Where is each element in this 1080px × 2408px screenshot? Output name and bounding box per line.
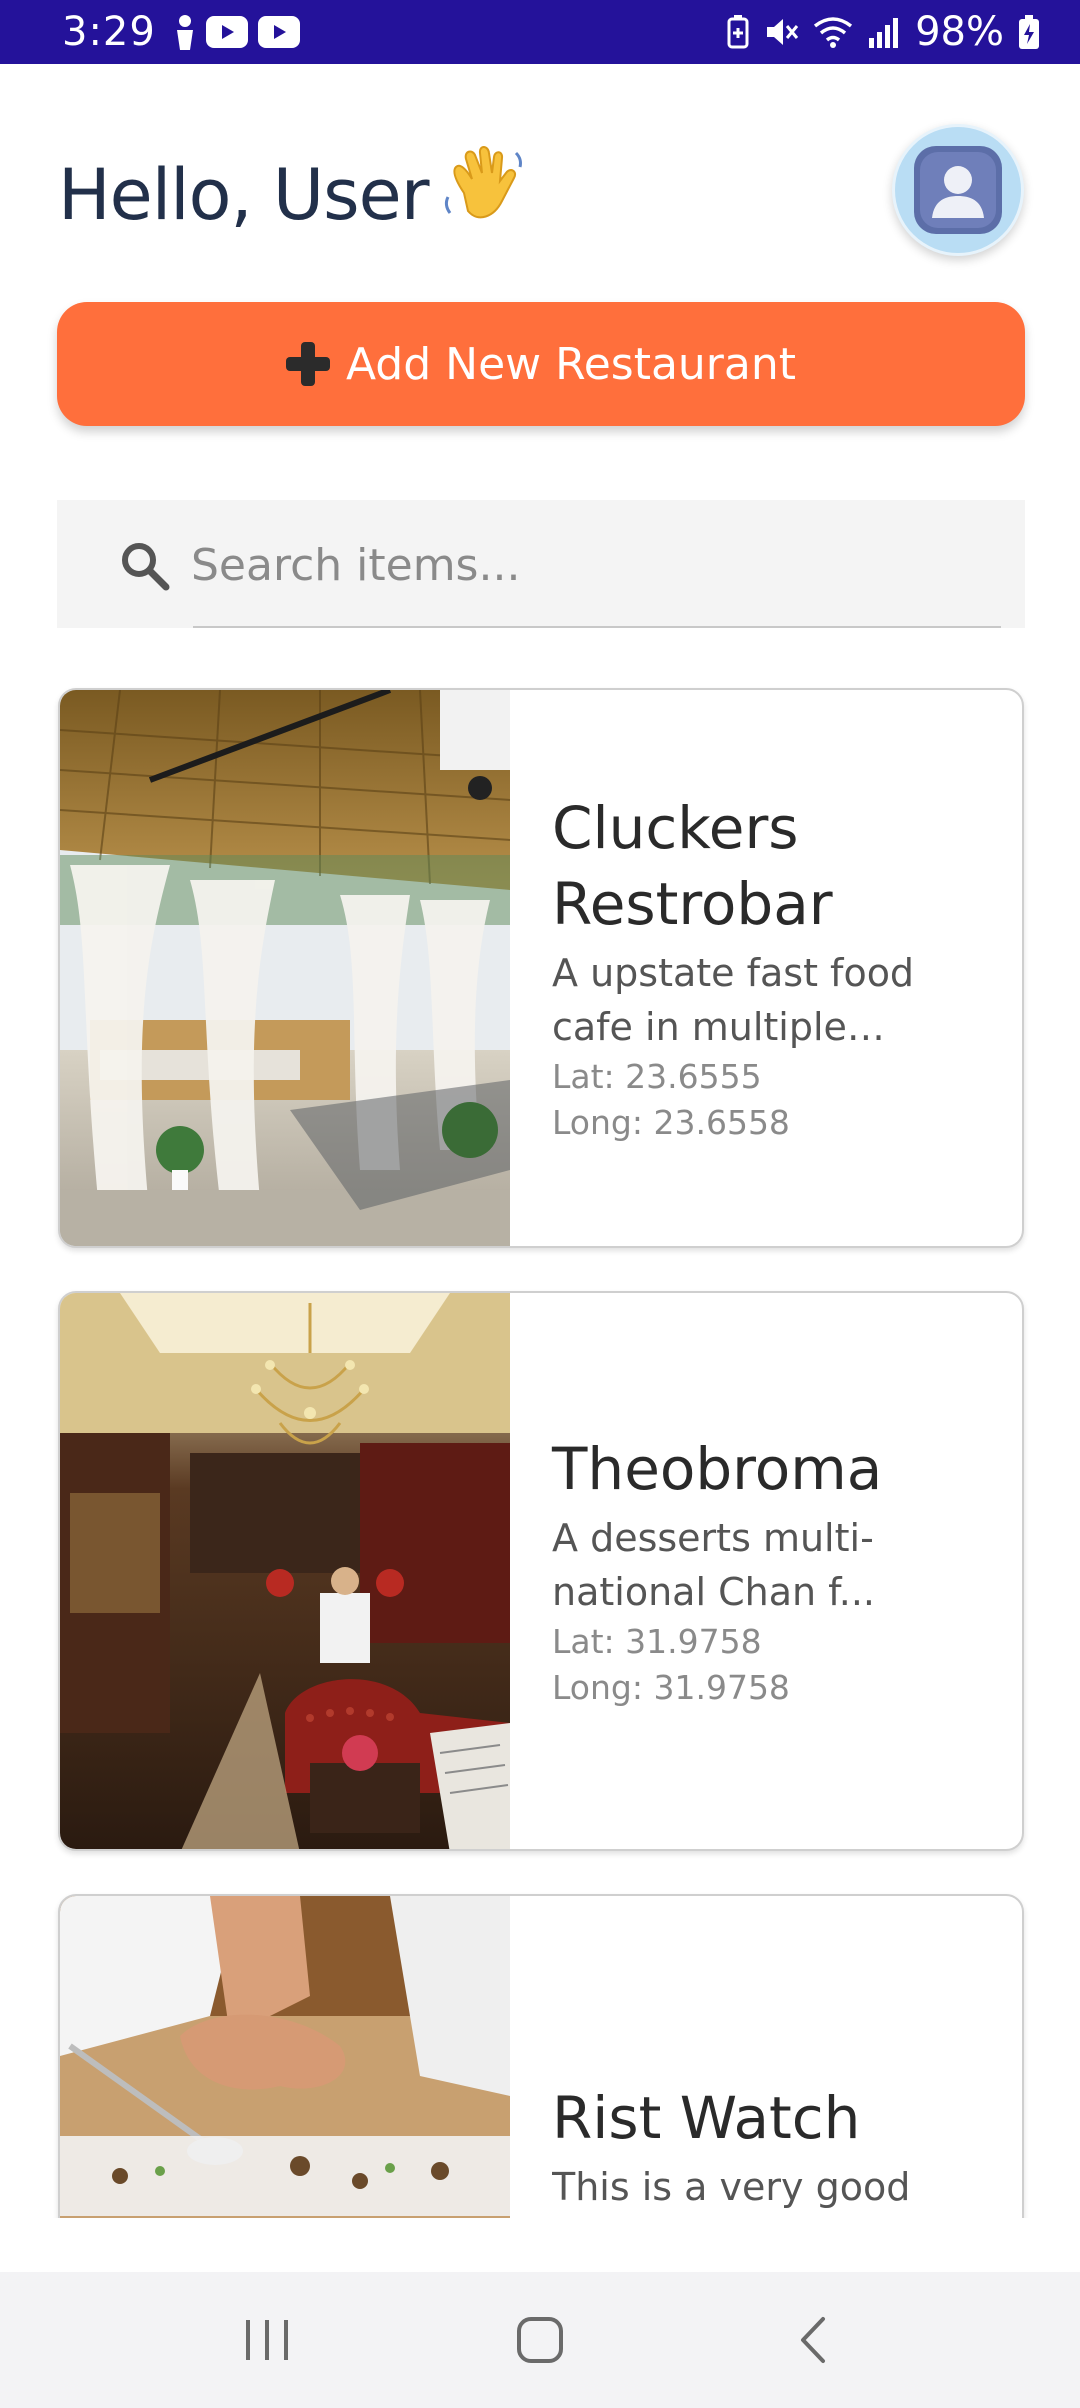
status-right-icons: 98% (727, 9, 1040, 55)
page-title: Hello, User (58, 145, 528, 244)
restaurant-card[interactable]: Theobroma A desserts multi-national Chan… (58, 1291, 1024, 1851)
battery-saver-icon (727, 15, 749, 49)
screen: 3:29 98% Hello, User Add New Restaurant … (0, 0, 1080, 2408)
search-icon (122, 543, 170, 591)
home-icon (516, 2317, 563, 2363)
recent-apps-icon (245, 2320, 288, 2360)
system-nav-bar (0, 2272, 1080, 2408)
recent-apps-button[interactable] (207, 2290, 327, 2390)
restaurant-image (60, 690, 510, 1246)
restaurant-long: Long: 23.6558 (552, 1103, 790, 1142)
card-text: Rist Watch This is a very good watch hav… (552, 1896, 992, 2218)
card-text: Cluckers Restrobar A upstate fast food c… (552, 690, 992, 1246)
user-avatar-icon (914, 146, 1002, 234)
restaurant-lat: Lat: 23.6555 (552, 1057, 762, 1096)
restaurant-description: A desserts multi-national Chan f... (552, 1516, 875, 1614)
plus-icon (285, 342, 330, 386)
restaurant-name: Theobroma (552, 1435, 883, 1503)
youtube-icon (257, 16, 300, 48)
person-icon (176, 15, 193, 50)
youtube-icon (205, 16, 248, 48)
status-time: 3:29 (62, 9, 156, 55)
status-bar: 3:29 98% (0, 0, 1080, 64)
mute-icon (767, 19, 799, 45)
search-bar (57, 500, 1025, 628)
status-left-icons (174, 14, 300, 50)
restaurant-name: Cluckers Restrobar (552, 794, 833, 938)
signal-icon (869, 18, 899, 48)
restaurant-lat: Lat: 31.9758 (552, 1622, 762, 1661)
wifi-icon (814, 17, 853, 48)
restaurant-list[interactable]: Cluckers Restrobar A upstate fast food c… (0, 680, 1080, 2218)
add-restaurant-button[interactable]: Add New Restaurant (57, 302, 1025, 426)
search-input[interactable] (191, 520, 991, 610)
restaurant-name: Rist Watch (552, 2084, 861, 2152)
add-restaurant-label: Add New Restaurant (345, 338, 796, 390)
card-text: Theobroma A desserts multi-national Chan… (552, 1293, 992, 1849)
restaurant-image (60, 1896, 510, 2218)
back-icon (801, 2317, 826, 2363)
search-underline (193, 626, 1001, 628)
restaurant-card[interactable]: Cluckers Restrobar A upstate fast food c… (58, 688, 1024, 1248)
battery-charging-icon (1019, 15, 1039, 49)
waving-hand-icon (442, 145, 528, 244)
avatar[interactable] (892, 124, 1024, 256)
restaurant-image (60, 1293, 510, 1849)
greeting-text: Hello, User (58, 153, 429, 236)
restaurant-card[interactable]: Rist Watch This is a very good watch hav… (58, 1894, 1024, 2218)
restaurant-long: Long: 31.9758 (552, 1668, 790, 1707)
battery-percent: 98% (915, 9, 1004, 55)
home-button[interactable] (480, 2290, 600, 2390)
restaurant-description: This is a very good watch having all the… (552, 2165, 911, 2209)
back-button[interactable] (753, 2290, 873, 2390)
restaurant-description: A upstate fast food cafe in multiple loc… (552, 951, 915, 1049)
